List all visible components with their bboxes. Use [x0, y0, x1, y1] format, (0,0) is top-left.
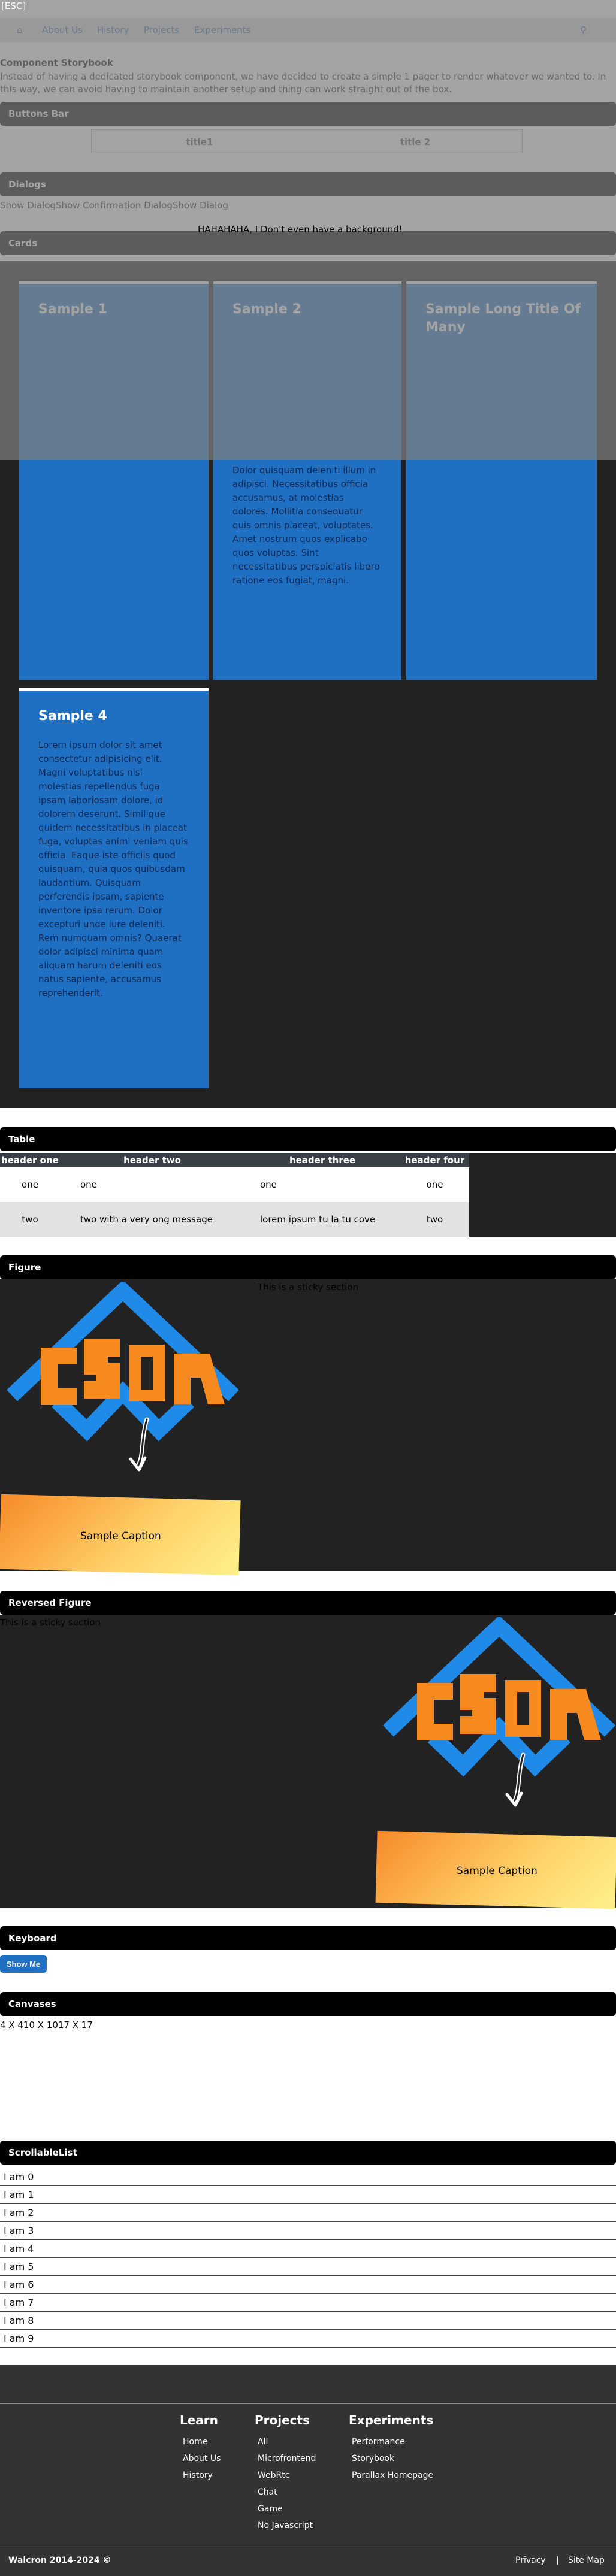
footer-learn-title: Learn [180, 2413, 218, 2427]
show-me-button[interactable]: Show Me [0, 1955, 47, 1973]
card-sample-long-title[interactable]: Sample Long Title Of Many [406, 281, 597, 680]
figure-caption: Sample Caption [80, 1530, 161, 1542]
footer-copyright: Walcron 2014-2024 © [8, 2556, 111, 2565]
sticky-section-text: This is a sticky section [258, 1282, 359, 1292]
footer-link-no-javascript[interactable]: No Javascript [258, 2521, 313, 2530]
section-scrollable-list-header: ScrollableList [0, 2141, 616, 2165]
list-item: I am 7 [0, 2294, 616, 2312]
table-cell: one [0, 1167, 60, 1202]
table-header: header three [244, 1153, 400, 1167]
card-body: Lorem ipsum dolor sit amet consectetur a… [38, 740, 188, 998]
footer-link-game[interactable]: Game [258, 2504, 283, 2514]
show-dialog-link[interactable]: Show Dialog [0, 200, 56, 211]
list-item: I am 8 [0, 2312, 616, 2330]
nav-history[interactable]: History [97, 18, 129, 42]
page-title: Component Storybook [0, 57, 113, 68]
footer: Learn Home About Us History Projects All… [0, 2365, 616, 2576]
table-header: header two [60, 1153, 244, 1167]
footer-link-home[interactable]: Home [183, 2437, 207, 2447]
footer-experiments-title: Experiments [349, 2413, 434, 2427]
footer-link-webrtc[interactable]: WebRtc [258, 2471, 289, 2480]
footer-link-microfrontend[interactable]: Microfrontend [258, 2454, 316, 2463]
footer-link-history[interactable]: History [183, 2471, 213, 2480]
footer-link-chat[interactable]: Chat [258, 2487, 277, 2497]
table-header: header four [400, 1153, 469, 1167]
section-reversed-figure-header: Reversed Figure [0, 1591, 616, 1615]
section-figure-header: Figure [0, 1255, 616, 1279]
search-icon[interactable]: ⚲ [580, 18, 587, 42]
footer-link-about-us[interactable]: About Us [183, 2454, 221, 2463]
show-dialog-link-2[interactable]: Show Dialog [173, 200, 228, 211]
table-cell: two [400, 1202, 469, 1237]
home-icon[interactable]: ⌂ [17, 18, 23, 42]
intro-text: Instead of having a dedicated storybook … [0, 71, 606, 95]
table-background [469, 1153, 616, 1237]
walcron-logo-reversed [383, 1617, 615, 1807]
table-cell: one [400, 1167, 469, 1202]
list-item: I am 6 [0, 2276, 616, 2294]
title1-button[interactable]: title1 [92, 134, 307, 150]
table-cell: lorem ipsum tu la tu cove [244, 1202, 400, 1237]
nav-about-us[interactable]: About Us [42, 18, 83, 42]
footer-link-performance[interactable]: Performance [352, 2437, 405, 2447]
buttons-bar: title1 title 2 [91, 129, 523, 153]
nav-projects[interactable]: Projects [144, 18, 179, 42]
card-body: Dolor quisquam deleniti illum in adipisc… [232, 465, 380, 586]
card-title: Sample 4 [38, 709, 107, 724]
footer-divider [0, 2403, 616, 2404]
footer-link-privacy[interactable]: Privacy [515, 2556, 546, 2565]
sample-table: header one header two header three heade… [0, 1153, 469, 1237]
card-sample-1[interactable]: Sample 1 [19, 281, 209, 680]
list-item: I am 2 [0, 2204, 616, 2222]
show-confirmation-dialog-link[interactable]: Show Confirmation Dialog [56, 200, 173, 211]
table-row: two two with a very ong message lorem ip… [0, 1202, 469, 1237]
card-title: Sample Long Title Of Many [425, 302, 581, 335]
title2-button[interactable]: title 2 [307, 134, 523, 150]
section-cards-header: Cards [0, 231, 616, 255]
list-item: I am 0 [0, 2168, 616, 2186]
nav-experiments[interactable]: Experiments [194, 18, 250, 42]
list-item: I am 5 [0, 2258, 616, 2276]
footer-link-parallax-homepage[interactable]: Parallax Homepage [352, 2471, 433, 2480]
table-cell: one [60, 1167, 244, 1202]
reversed-figure-caption: Sample Caption [457, 1865, 538, 1877]
section-table-header: Table [0, 1127, 616, 1151]
card-sample-2[interactable]: Sample 2 Dolor quisquam deleniti illum i… [213, 281, 401, 680]
footer-link-all[interactable]: All [258, 2437, 268, 2447]
section-canvases-header: Canvases [0, 1992, 616, 2016]
footer-projects-title: Projects [255, 2413, 310, 2427]
table-cell: one [244, 1167, 400, 1202]
table-cell: two [0, 1202, 60, 1237]
footer-separator: | [556, 2556, 559, 2565]
card-title: Sample 2 [232, 302, 301, 317]
dialog-message: HAHAHAHA, I Don't even have a background… [198, 224, 403, 235]
list-item: I am 1 [0, 2186, 616, 2204]
escape-button[interactable]: [ESC] [0, 0, 27, 12]
footer-link-site-map[interactable]: Site Map [568, 2556, 605, 2565]
footer-link-storybook[interactable]: Storybook [352, 2454, 394, 2463]
table-row: one one one one [0, 1167, 469, 1202]
section-keyboard-header: Keyboard [0, 1926, 616, 1950]
canvas-dimensions: 4 X 410 X 1017 X 17 [0, 2020, 93, 2030]
sticky-section-text: This is a sticky section [0, 1617, 101, 1628]
section-buttons-bar-header: Buttons Bar [0, 102, 616, 126]
table-header: header one [0, 1153, 60, 1167]
list-item: I am 3 [0, 2222, 616, 2240]
list-item: I am 9 [0, 2330, 616, 2348]
card-title: Sample 1 [38, 302, 107, 317]
list-item: I am 4 [0, 2240, 616, 2258]
walcron-logo [7, 1282, 239, 1472]
table-cell: two with a very ong message [60, 1202, 244, 1237]
section-dialogs-header: Dialogs [0, 172, 616, 196]
top-navigation: ⌂ About Us History Projects Experiments … [0, 18, 616, 42]
card-sample-4[interactable]: Sample 4 Lorem ipsum dolor sit amet cons… [19, 688, 209, 1088]
dialog-links: Show DialogShow Confirmation DialogShow … [0, 200, 228, 211]
